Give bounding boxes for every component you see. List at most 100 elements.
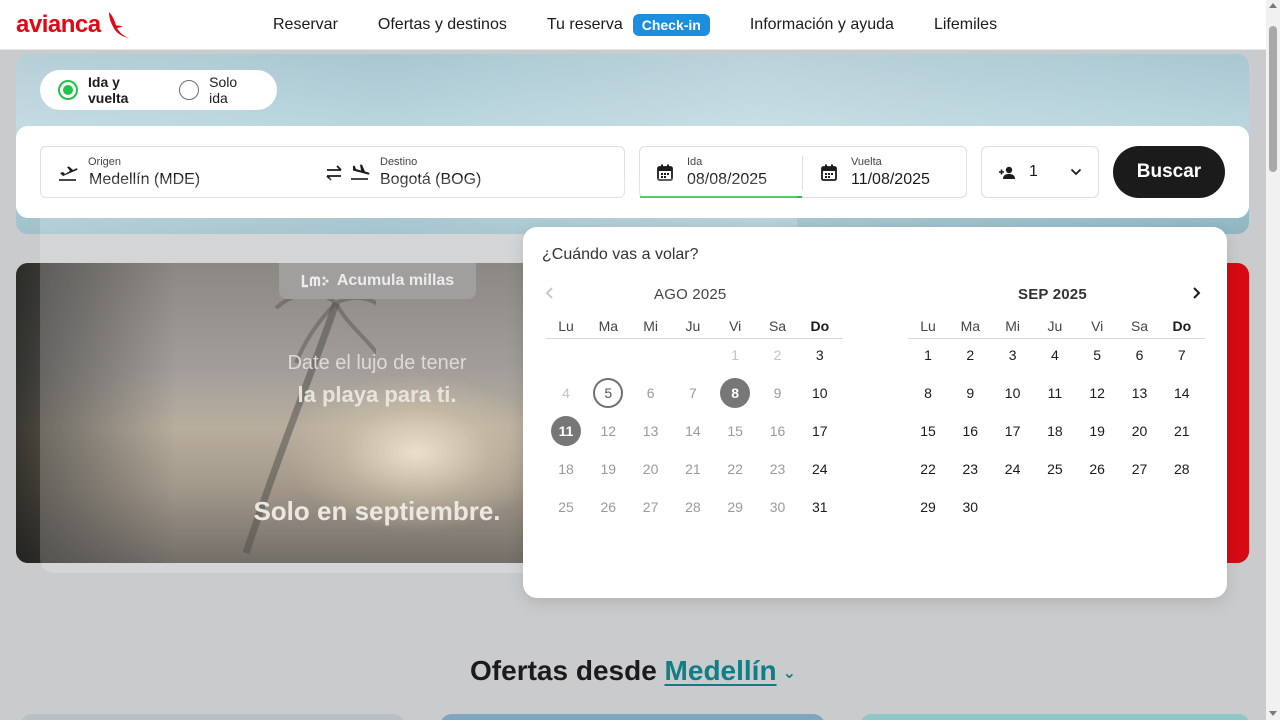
date-fields: Ida 08/08/2025 Vuelta 11/08/2025: [639, 146, 967, 198]
calendar-day-sep[interactable]: 5: [1082, 340, 1112, 370]
calendar-day-aug[interactable]: 29: [720, 492, 750, 522]
nav-tu-reserva-label: Tu reserva: [546, 16, 623, 33]
swap-icon[interactable]: [323, 164, 345, 182]
calendar-day-sep[interactable]: 30: [955, 492, 985, 522]
calendar-day-aug[interactable]: 13: [636, 416, 666, 446]
round-trip-label[interactable]: Ida y vuelta: [88, 74, 157, 106]
avianca-logo[interactable]: avianca: [16, 10, 131, 40]
calendar-day-sep[interactable]: 6: [1125, 340, 1155, 370]
calendar-day-aug[interactable]: 30: [763, 492, 793, 522]
scroll-down-arrow-icon[interactable]: [1269, 711, 1277, 716]
offer-card[interactable]: [440, 714, 825, 720]
offer-card[interactable]: [20, 714, 405, 720]
weekday-aug: Sa: [768, 318, 787, 334]
calendar-day-aug[interactable]: 18: [551, 454, 581, 484]
calendar-day-aug[interactable]: 27: [636, 492, 666, 522]
round-trip-radio[interactable]: [58, 80, 78, 100]
calendar-day-aug[interactable]: 9: [763, 378, 793, 408]
search-button[interactable]: Buscar: [1113, 146, 1225, 198]
calendar-day-sep[interactable]: 18: [1040, 416, 1070, 446]
calendar-day-aug[interactable]: 20: [636, 454, 666, 484]
passengers-selector[interactable]: 1: [981, 146, 1099, 198]
calendar-day-sep[interactable]: 27: [1125, 454, 1155, 484]
calendar-day-aug[interactable]: 21: [678, 454, 708, 484]
calendar-day-aug[interactable]: 23: [763, 454, 793, 484]
calendar-day-sep[interactable]: 1: [913, 340, 943, 370]
nav-lifemiles[interactable]: Lifemiles: [934, 16, 997, 34]
scroll-thumb[interactable]: [1269, 26, 1277, 172]
nav-informacion-ayuda[interactable]: Información y ayuda: [750, 16, 894, 34]
weekday-divider: [546, 338, 843, 339]
calendar-day-sep[interactable]: 12: [1082, 378, 1112, 408]
calendar-day-sep[interactable]: 20: [1125, 416, 1155, 446]
destination-field[interactable]: Bogotá (BOG): [380, 171, 481, 189]
offers-city-link[interactable]: Medellín: [665, 655, 777, 686]
calendar-day-sep[interactable]: 24: [998, 454, 1028, 484]
calendar-day-sep[interactable]: 28: [1167, 454, 1197, 484]
calendar-day-aug[interactable]: 15: [720, 416, 750, 446]
return-date-field[interactable]: 11/08/2025: [851, 171, 930, 189]
calendar-day-aug[interactable]: 5: [593, 378, 624, 408]
calendar-day-sep[interactable]: 19: [1082, 416, 1112, 446]
offer-card[interactable]: [860, 714, 1250, 720]
calendar-day-aug[interactable]: 14: [678, 416, 708, 446]
page-scrollbar[interactable]: [1266, 0, 1280, 720]
checkin-badge[interactable]: Check-in: [632, 14, 710, 36]
calendar-day-sep[interactable]: 25: [1040, 454, 1070, 484]
calendar-day-aug[interactable]: 26: [593, 492, 623, 522]
calendar-day-aug[interactable]: 2: [763, 340, 793, 370]
calendar-day-sep[interactable]: 15: [913, 416, 943, 446]
calendar-day-aug[interactable]: 16: [763, 416, 793, 446]
calendar-day-aug[interactable]: 22: [720, 454, 750, 484]
calendar-day-sep[interactable]: 2: [955, 340, 985, 370]
calendar-day-sep[interactable]: 21: [1167, 416, 1197, 446]
departure-date-field[interactable]: 08/08/2025: [687, 171, 767, 189]
calendar-day-aug[interactable]: 12: [593, 416, 623, 446]
calendar-day-sep[interactable]: 16: [955, 416, 985, 446]
previous-month-icon[interactable]: [544, 286, 556, 300]
nav-tu-reserva[interactable]: Tu reserva Check-in: [547, 14, 710, 36]
scroll-up-arrow-icon[interactable]: [1269, 3, 1277, 8]
calendar-day-aug[interactable]: 7: [678, 378, 708, 408]
calendar-day-sep[interactable]: 3: [998, 340, 1028, 370]
calendar-day-sep[interactable]: 7: [1167, 340, 1197, 370]
origin-label: Origen: [88, 156, 122, 168]
calendar-day-aug[interactable]: 4: [551, 378, 581, 408]
next-month-icon[interactable]: [1190, 286, 1202, 300]
one-way-radio[interactable]: [179, 80, 200, 100]
calendar-day-aug[interactable]: 28: [678, 492, 708, 522]
calendar-day-sep[interactable]: 10: [998, 378, 1028, 408]
calendar-day-aug[interactable]: 24: [805, 454, 835, 484]
calendar-day-aug[interactable]: 6: [636, 378, 666, 408]
calendar-day-aug[interactable]: 19: [593, 454, 623, 484]
calendar-day-aug[interactable]: 1: [720, 340, 750, 370]
calendar-day-sep[interactable]: 9: [955, 378, 985, 408]
calendar-day-sep[interactable]: 29: [913, 492, 943, 522]
calendar-day-aug[interactable]: 31: [805, 492, 835, 522]
calendar-day-sep[interactable]: 8: [913, 378, 943, 408]
calendar-day-sep[interactable]: 23: [955, 454, 985, 484]
calendar-day-sep[interactable]: 11: [1040, 378, 1070, 408]
nav-reservar[interactable]: Reservar: [273, 16, 338, 34]
nav-ofertas-destinos[interactable]: Ofertas y destinos: [378, 16, 507, 34]
calendar-day-aug[interactable]: 10: [805, 378, 835, 408]
origin-field[interactable]: Medellín (MDE): [89, 171, 200, 189]
calendar-day-sep[interactable]: 4: [1040, 340, 1070, 370]
departure-label: Ida: [687, 156, 703, 168]
calendar-day-aug[interactable]: 11: [551, 416, 581, 446]
date-picker-question: ¿Cuándo vas a volar?: [542, 246, 699, 263]
calendar-icon: [821, 164, 837, 181]
calendar-day-sep[interactable]: 13: [1125, 378, 1155, 408]
weekday-sep: Do: [1172, 318, 1192, 334]
calendar-day-aug[interactable]: 3: [805, 340, 835, 370]
calendar-day-sep[interactable]: 22: [913, 454, 943, 484]
calendar-day-sep[interactable]: 17: [998, 416, 1028, 446]
calendar-day-sep[interactable]: 14: [1167, 378, 1197, 408]
calendar-day-sep[interactable]: 26: [1082, 454, 1112, 484]
calendar-day-aug[interactable]: 25: [551, 492, 581, 522]
one-way-label[interactable]: Solo ida: [209, 74, 255, 106]
calendar-day-aug[interactable]: 17: [805, 416, 835, 446]
calendar-day-aug[interactable]: 8: [720, 378, 751, 408]
lifemiles-tag-label: Acumula millas: [336, 272, 455, 289]
chevron-down-icon[interactable]: ⌄: [783, 663, 796, 683]
